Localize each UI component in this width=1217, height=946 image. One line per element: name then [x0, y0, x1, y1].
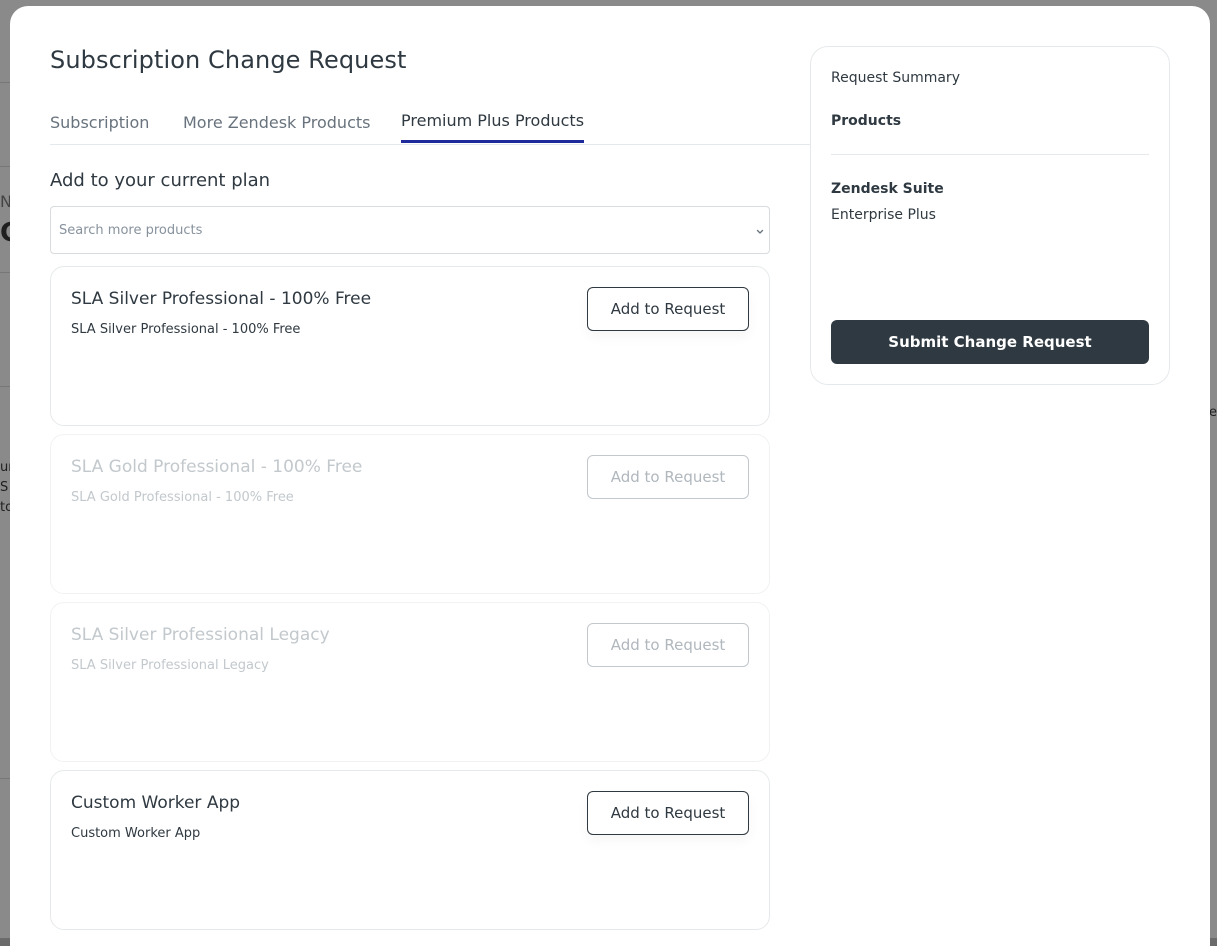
products-heading: Products: [831, 113, 902, 129]
product-name: Custom Worker App: [71, 793, 241, 813]
background-text-fragment: S: [0, 480, 9, 495]
submit-change-request-button[interactable]: Submit Change Request: [831, 320, 1149, 364]
add-to-request-button[interactable]: Add to Request: [587, 455, 749, 499]
product-search-combobox[interactable]: [50, 206, 770, 254]
product-card: SLA Silver Professional - 100% Free SLA …: [50, 266, 770, 426]
add-to-request-button[interactable]: Add to Request: [587, 791, 749, 835]
tab-bar: Subscription More Zendesk Products Premi…: [50, 104, 810, 145]
search-input[interactable]: [57, 207, 741, 253]
product-description: SLA Silver Professional - 100% Free: [71, 322, 301, 337]
tab-subscription[interactable]: Subscription: [50, 104, 149, 142]
summary-product-name: Zendesk Suite: [831, 181, 944, 197]
product-name: SLA Gold Professional - 100% Free: [71, 457, 363, 477]
section-title: Add to your current plan: [50, 170, 271, 191]
request-summary-label: Request Summary: [831, 70, 960, 86]
product-name: SLA Silver Professional - 100% Free: [71, 289, 372, 309]
add-to-request-button[interactable]: Add to Request: [587, 623, 749, 667]
summary-product-plan: Enterprise Plus: [831, 207, 936, 223]
product-name: SLA Silver Professional Legacy: [71, 625, 330, 645]
subscription-change-modal: Subscription Change Request Subscription…: [10, 6, 1210, 946]
tab-more-zendesk-products[interactable]: More Zendesk Products: [183, 104, 370, 142]
chevron-down-icon[interactable]: [755, 223, 765, 235]
product-card: SLA Gold Professional - 100% Free SLA Go…: [50, 434, 770, 594]
product-card: SLA Silver Professional Legacy SLA Silve…: [50, 602, 770, 762]
request-summary-panel: Request Summary Products Zendesk Suite E…: [810, 46, 1170, 385]
tab-premium-plus-products[interactable]: Premium Plus Products: [401, 102, 585, 143]
background-text-fragment: e: [1209, 405, 1217, 420]
product-description: SLA Silver Professional Legacy: [71, 658, 269, 673]
product-description: SLA Gold Professional - 100% Free: [71, 490, 294, 505]
add-to-request-button[interactable]: Add to Request: [587, 287, 749, 331]
modal-title: Subscription Change Request: [50, 46, 407, 74]
product-description: Custom Worker App: [71, 826, 201, 841]
divider: [831, 154, 1149, 155]
product-card: Custom Worker App Custom Worker App Add …: [50, 770, 770, 930]
